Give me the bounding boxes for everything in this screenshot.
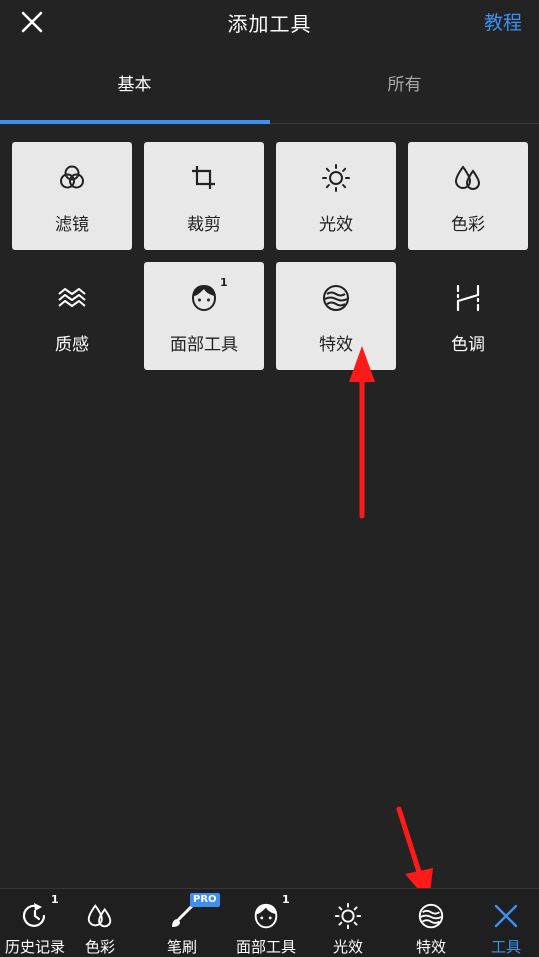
header: 添加工具 教程 xyxy=(0,0,539,46)
color-drops-icon xyxy=(87,904,112,928)
crop-icon xyxy=(192,166,215,189)
tool-label: 色彩 xyxy=(451,215,485,235)
tutorial-link[interactable]: 教程 xyxy=(484,8,522,35)
color-drops-icon xyxy=(454,165,481,190)
tab-indicator xyxy=(0,120,270,124)
tool-badge: 1 xyxy=(220,276,228,289)
bottom-item-face[interactable]: 1 面部工具 xyxy=(230,889,302,957)
bottom-item-brush[interactable]: PRO 笔刷 xyxy=(148,889,220,957)
page-title: 添加工具 xyxy=(227,12,312,36)
light-icon xyxy=(322,164,350,192)
bottom-label: 特效 xyxy=(415,938,446,956)
tool-label: 色调 xyxy=(451,335,485,355)
bottom-label: 面部工具 xyxy=(235,938,296,956)
tone-icon xyxy=(456,284,480,312)
tool-label: 光效 xyxy=(319,215,353,235)
bottom-badge: 1 xyxy=(282,893,290,906)
filter-icon xyxy=(60,165,84,189)
tool-tone[interactable]: 色调 xyxy=(408,262,528,370)
effects-icon xyxy=(323,285,349,311)
face-icon xyxy=(191,284,217,312)
tool-label: 面部工具 xyxy=(170,335,238,355)
bottom-item-tools[interactable]: 工具 xyxy=(476,889,536,957)
add-tools-screen: 添加工具 教程 基本 所有 滤镜 裁剪 光效 色彩 质感 1 面部工具 特效 色… xyxy=(0,0,539,957)
tool-texture[interactable]: 质感 xyxy=(12,262,132,370)
annotation-arrow-up xyxy=(349,346,375,519)
tool-filter[interactable]: 滤镜 xyxy=(12,142,132,250)
bottom-label: 工具 xyxy=(490,938,521,956)
bottom-item-history[interactable]: 1 历史记录 xyxy=(0,889,70,957)
tab-bar: 基本 所有 xyxy=(0,64,539,124)
bottom-label: 历史记录 xyxy=(4,938,65,956)
tools-close-icon xyxy=(494,904,518,928)
bottom-toolbar: 1 历史记录 色彩 PRO 笔刷 1 面部工具 光效 特效 工具 xyxy=(0,888,539,957)
tool-face[interactable]: 1 面部工具 xyxy=(144,262,264,370)
bottom-item-effects[interactable]: 特效 xyxy=(401,889,461,957)
tab-all[interactable]: 所有 xyxy=(270,64,539,124)
bottom-badge: 1 xyxy=(51,893,59,906)
bottom-label: 色彩 xyxy=(84,938,115,956)
light-icon xyxy=(334,902,362,930)
face-icon xyxy=(254,903,278,929)
tool-color[interactable]: 色彩 xyxy=(408,142,528,250)
close-icon[interactable] xyxy=(18,8,46,36)
history-icon xyxy=(22,903,46,927)
tool-label: 质感 xyxy=(55,335,89,355)
tool-label: 裁剪 xyxy=(187,215,221,235)
bottom-item-light[interactable]: 光效 xyxy=(318,889,378,957)
texture-icon xyxy=(58,288,86,307)
tool-label: 滤镜 xyxy=(55,215,89,235)
effects-icon xyxy=(418,903,444,929)
bottom-item-color[interactable]: 色彩 xyxy=(70,889,130,957)
pro-badge: PRO xyxy=(190,893,220,907)
tool-crop[interactable]: 裁剪 xyxy=(144,142,264,250)
tool-light[interactable]: 光效 xyxy=(276,142,396,250)
bottom-label: 笔刷 xyxy=(166,938,197,956)
tab-basic[interactable]: 基本 xyxy=(0,64,269,124)
bottom-label: 光效 xyxy=(332,938,363,956)
